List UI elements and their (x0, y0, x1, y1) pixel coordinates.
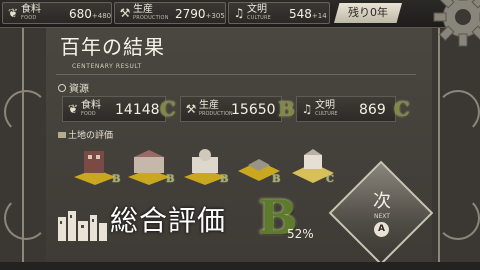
result-production: ⚒ 生産 PRODUCTION 15650 (180, 96, 282, 122)
result-culture: ♫ 文明 CULTURE 869 (296, 96, 396, 122)
production-grade: B (278, 97, 295, 121)
scroll-icon: ♫ (233, 6, 245, 20)
hammer-icon: ⚒ (119, 6, 131, 20)
next-sub-label[interactable]: NEXT (362, 213, 402, 220)
bullet-icon (58, 84, 66, 92)
remaining-years: 残り0年 (334, 3, 402, 23)
wheat-icon: ❦ (7, 6, 19, 20)
a-key-icon[interactable]: A (374, 222, 389, 237)
production-value: 2790+305 (175, 7, 225, 21)
next-label[interactable]: 次 (362, 192, 402, 212)
culture-grade: C (394, 97, 410, 121)
result-culture-value: 869 (359, 102, 386, 118)
culture-counter: ♫ 文明 CULTURE 548+14 (228, 2, 330, 24)
gear-icon (433, 0, 480, 47)
production-counter: ⚒ 生産 PRODUCTION 2790+305 (114, 2, 226, 24)
land-grade-4: B (272, 174, 281, 185)
result-title: 百年の結果 (60, 35, 165, 59)
land-grade-5: C (326, 174, 334, 185)
land-grade-3: B (220, 174, 229, 185)
resources-heading: 資源 (58, 80, 89, 95)
right-flourish (436, 90, 480, 134)
result-subtitle: CENTENARY RESULT (72, 63, 142, 70)
culture-value: 548+14 (289, 7, 327, 21)
wheat-icon: ❦ (67, 102, 79, 116)
result-food-label: 食料 (81, 100, 101, 111)
food-label: 食料 (21, 4, 41, 15)
land-grade-2: B (166, 174, 175, 185)
left-flourish-lower (4, 196, 48, 240)
result-food-sub: FOOD (81, 111, 96, 117)
bottom-bar (0, 262, 480, 270)
left-flourish (4, 90, 48, 134)
food-sub: FOOD (21, 15, 37, 21)
result-food: ❦ 食料 FOOD 14148 (62, 96, 166, 122)
hammer-icon: ⚒ (185, 102, 197, 116)
city-skyline-icon (58, 211, 107, 241)
production-sub: PRODUCTION (133, 15, 169, 21)
culture-sub: CULTURE (247, 15, 271, 21)
culture-label: 文明 (247, 4, 267, 15)
scroll-icon: ♫ (301, 102, 313, 116)
total-percent: 52% (287, 227, 314, 241)
result-food-value: 14148 (115, 102, 160, 118)
production-label: 生産 (133, 4, 153, 15)
land-heading: 土地の評価 (58, 128, 113, 141)
result-culture-label: 文明 (315, 100, 335, 111)
food-grade: C (160, 97, 176, 121)
food-value: 680+480 (69, 7, 112, 21)
total-evaluation-label: 総合評価 (110, 204, 227, 237)
title-divider (56, 74, 416, 75)
top-resource-bar: ❦ 食料 FOOD 680+480 ⚒ 生産 PRODUCTION 2790+3… (0, 0, 480, 28)
result-culture-sub: CULTURE (315, 111, 338, 117)
result-production-value: 15650 (231, 102, 276, 118)
land-bullet-icon (58, 132, 66, 138)
right-flourish-lower (436, 196, 480, 240)
result-production-sub: PRODUCTION (199, 111, 233, 117)
result-production-label: 生産 (199, 100, 219, 111)
food-counter: ❦ 食料 FOOD 680+480 (2, 2, 112, 24)
land-grade-1: B (112, 174, 121, 185)
